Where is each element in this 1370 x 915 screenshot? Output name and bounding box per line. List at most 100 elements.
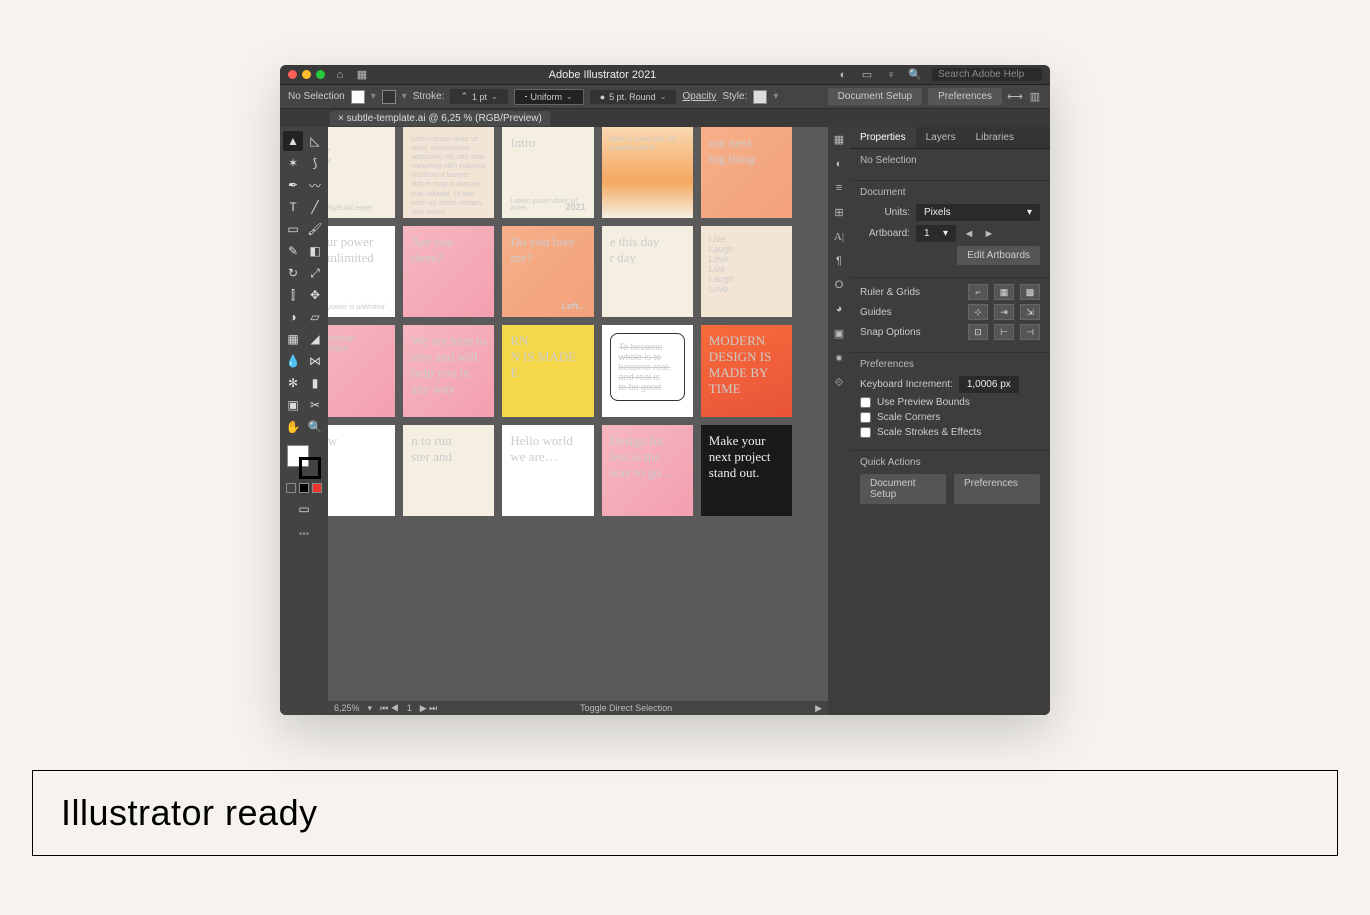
scale-strokes-effects[interactable]: Scale Strokes & Effects: [860, 427, 1040, 438]
edit-artboards-button[interactable]: Edit Artboards: [957, 246, 1040, 265]
brush-tool[interactable]: 🖌: [305, 219, 325, 239]
window-icon[interactable]: ▭: [860, 68, 874, 82]
artboard[interactable]: n to runster and: [403, 425, 494, 516]
close-icon[interactable]: [288, 70, 297, 79]
eyedropper-tool[interactable]: 💧: [283, 351, 303, 371]
blend-tool[interactable]: ⋈: [305, 351, 325, 371]
help-search[interactable]: Search Adobe Help: [932, 68, 1042, 81]
gradient-mode[interactable]: [299, 483, 309, 493]
units-select[interactable]: Pixels ▾: [916, 204, 1040, 221]
artboard[interactable]: Do you love me?Left...: [502, 226, 593, 317]
document-tab[interactable]: × subtle-template.ai @ 6,25 % (RGB/Previ…: [330, 111, 550, 126]
ruler-icon[interactable]: ⌐: [968, 284, 988, 300]
artboard[interactable]: MODERN DESIGN IS MADE BY TIME: [701, 325, 792, 416]
width-tool[interactable]: ⫿: [283, 285, 303, 305]
graph-tool[interactable]: ▮: [305, 373, 325, 393]
minimize-icon[interactable]: [302, 70, 311, 79]
preferences-button[interactable]: Preferences: [928, 88, 1002, 105]
selection-tool[interactable]: ▲: [283, 131, 303, 151]
artboard-select[interactable]: 1 ▾: [916, 225, 956, 242]
snap-grid-icon[interactable]: ⊣: [1020, 324, 1040, 340]
direct-select-tool[interactable]: ◺: [305, 131, 325, 151]
panel-toggle-icon[interactable]: ▥: [1028, 90, 1042, 104]
color-icon[interactable]: ◐: [836, 158, 843, 170]
use-preview-bounds[interactable]: Use Preview Bounds: [860, 397, 1040, 408]
home-icon[interactable]: ⌂: [333, 68, 347, 82]
rect-tool[interactable]: ▭: [283, 219, 303, 239]
stroke-profile[interactable]: Uniform: [514, 89, 584, 105]
screen-mode[interactable]: ▭: [294, 499, 314, 519]
kb-increment-field[interactable]: 1,0006 px: [959, 376, 1019, 393]
artboard-tool[interactable]: ▣: [283, 395, 303, 415]
symbols-icon[interactable]: ✷: [834, 352, 843, 365]
edit-toolbar[interactable]: •••: [299, 529, 310, 540]
character-icon[interactable]: A|: [834, 231, 844, 243]
symbol-spray-tool[interactable]: ✻: [283, 373, 303, 393]
artboard[interactable]: Design for less is the way to go …: [602, 425, 693, 516]
mesh-tool[interactable]: ▦: [283, 329, 303, 349]
rotate-tool[interactable]: ↻: [283, 263, 303, 283]
graphic-styles-icon[interactable]: ▣: [834, 327, 844, 340]
document-setup-button[interactable]: Document Setup: [828, 88, 923, 105]
tab-properties[interactable]: Properties: [850, 127, 916, 148]
grid-icon[interactable]: ⊞: [834, 206, 843, 219]
curvature-tool[interactable]: 〰: [305, 175, 325, 195]
align-icon[interactable]: ⟷: [1008, 90, 1022, 104]
artboard[interactable]: IntroLorem ipsum dolor sit amet…2021: [502, 127, 593, 218]
color-mode[interactable]: [286, 483, 296, 493]
prev-artboard-icon[interactable]: ◄: [962, 227, 976, 241]
artboard[interactable]: Here is some text, be creative with it: [602, 127, 693, 218]
stroke-panel-icon[interactable]: ≡: [836, 182, 842, 194]
tab-layers[interactable]: Layers: [916, 127, 966, 148]
perspective-tool[interactable]: ▱: [305, 307, 325, 327]
transparency-grid-icon[interactable]: ▩: [1020, 284, 1040, 300]
grid-toggle-icon[interactable]: ▦: [994, 284, 1014, 300]
artboard[interactable]: To becomewhole is tobecome real,and real…: [602, 325, 693, 416]
artboard[interactable]: RNN IS MADEE: [502, 325, 593, 416]
artboard[interactable]: Lorem ipsum dolor sit amet, consectetuer…: [403, 127, 494, 218]
search-icon[interactable]: 🔍: [908, 68, 922, 82]
window-controls[interactable]: [288, 70, 325, 79]
gradient-tool[interactable]: ◢: [305, 329, 325, 349]
shaper-tool[interactable]: ✎: [283, 241, 303, 261]
smart-guides-icon[interactable]: ⇲: [1020, 304, 1040, 320]
eraser-tool[interactable]: ◧: [305, 241, 325, 261]
pen-tool[interactable]: ✒: [283, 175, 303, 195]
layout-icon[interactable]: ▦: [355, 68, 369, 82]
artboard[interactable]: PhotoshopIllustrator: [328, 325, 395, 416]
artboard[interactable]: our nextbig thing: [701, 127, 792, 218]
style-swatch[interactable]: [753, 90, 767, 104]
appearance-icon[interactable]: ◕: [836, 303, 843, 315]
fill-swatch[interactable]: [351, 90, 365, 104]
artboard[interactable]: BigSaleHereMadebyBoldLeopel: [328, 127, 395, 218]
stroke-weight[interactable]: ⌃1 pt: [450, 89, 507, 104]
guide-toggle-icon[interactable]: ⊹: [968, 304, 988, 320]
qa-document-setup[interactable]: Document Setup: [860, 474, 946, 504]
artboard[interactable]: e this dayr day: [602, 226, 693, 317]
wand-tool[interactable]: ✶: [283, 153, 303, 173]
canvas-area[interactable]: BigSaleHereMadebyBoldLeopelLorem ipsum d…: [328, 127, 828, 715]
scale-corners[interactable]: Scale Corners: [860, 412, 1040, 423]
scale-tool[interactable]: ⤢: [305, 263, 325, 283]
artboard-nav[interactable]: 1: [407, 703, 412, 713]
artboard[interactable]: Make your next project stand out.: [701, 425, 792, 516]
hand-tool[interactable]: ✋: [283, 417, 303, 437]
lasso-tool[interactable]: ⟆: [305, 153, 325, 173]
fill-stroke-indicator[interactable]: [287, 445, 321, 479]
none-mode[interactable]: [312, 483, 322, 493]
artboard[interactable]: Now: [328, 425, 395, 516]
tab-libraries[interactable]: Libraries: [966, 127, 1024, 148]
shape-builder-tool[interactable]: ◑: [283, 307, 303, 327]
next-artboard-icon[interactable]: ►: [982, 227, 996, 241]
guide-lock-icon[interactable]: ⇥: [994, 304, 1014, 320]
maximize-icon[interactable]: [316, 70, 325, 79]
line-tool[interactable]: ╱: [305, 197, 325, 217]
snap-point-icon[interactable]: ⊢: [994, 324, 1014, 340]
opacity-label[interactable]: Opacity: [682, 91, 716, 102]
user-icon[interactable]: ◐: [836, 68, 850, 82]
zoom-level[interactable]: 6,25%: [334, 703, 360, 713]
swatches-icon[interactable]: ▦: [834, 133, 844, 146]
artboard[interactable]: Your poweris unlimitedYour power is unli…: [328, 226, 395, 317]
artboard[interactable]: Hello world we are…: [502, 425, 593, 516]
stroke-swatch[interactable]: [382, 90, 396, 104]
